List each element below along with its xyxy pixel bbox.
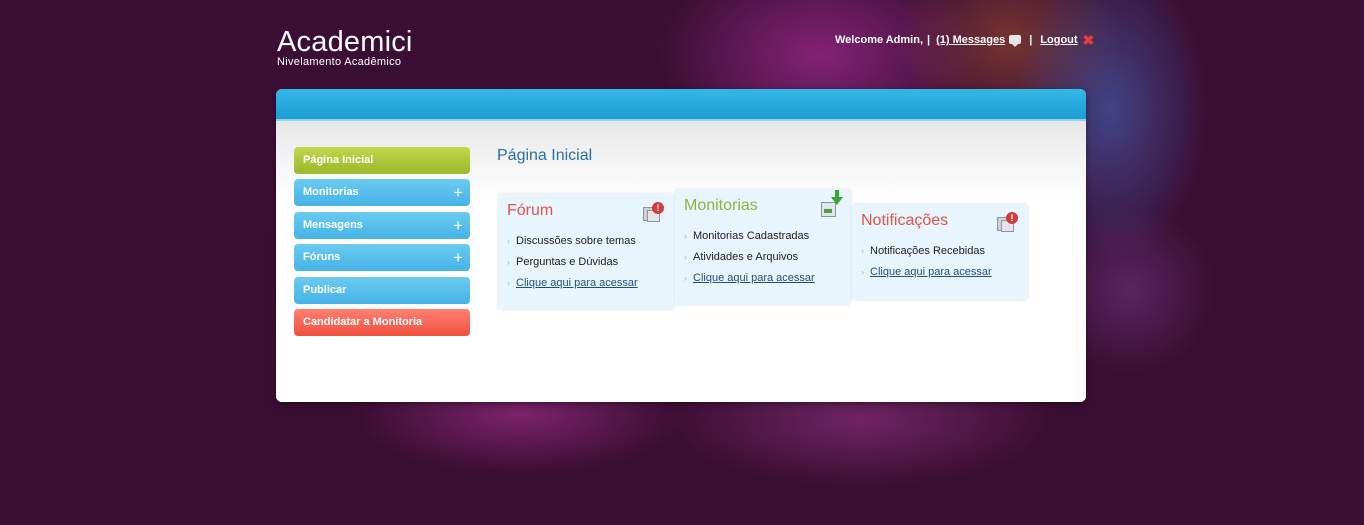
- close-icon[interactable]: ✖: [1083, 33, 1095, 47]
- list-item[interactable]: › Perguntas e Dúvidas: [507, 255, 638, 276]
- logo[interactable]: Academici Nivelamento Acadêmico: [277, 27, 413, 68]
- bullet-icon: ›: [684, 231, 687, 241]
- bullet-icon: ›: [507, 278, 510, 288]
- bullet-icon: ›: [507, 236, 510, 246]
- alert-icon: !: [1006, 212, 1018, 224]
- sidebar-item-monitorias[interactable]: Monitorias +: [294, 179, 470, 207]
- logo-title: Academici: [277, 26, 413, 58]
- list-item-label: Notificações Recebidas: [870, 245, 985, 257]
- access-link[interactable]: Clique aqui para acessar: [870, 266, 992, 278]
- sidebar-item-foruns[interactable]: Fóruns +: [294, 244, 470, 272]
- separator: |: [927, 34, 931, 46]
- card-title: Notificações: [861, 212, 949, 229]
- list-item-label: Atividades e Arquivos: [693, 251, 799, 263]
- plus-icon[interactable]: +: [453, 244, 463, 271]
- documents-alert-icon: !: [996, 212, 1018, 232]
- card-list: › Monitorias Cadastradas › Atividades e Ar…: [684, 229, 815, 292]
- sidebar-item-label: Monitorias: [303, 186, 359, 199]
- welcome-text: Welcome Admin,: [835, 34, 924, 46]
- sidebar-item-pagina-inicial[interactable]: Página Inicial: [294, 147, 470, 174]
- panel-body: Página Inicial Monitorias + Mensagens + …: [276, 121, 1086, 402]
- card-list: › Notificações Recebidas › Clique aqui par…: [861, 244, 992, 286]
- list-item-label: Discussões sobre temas: [516, 235, 636, 247]
- logo-subtitle: Nivelamento Acadêmico: [277, 56, 402, 68]
- main-panel: Página Inicial Monitorias + Mensagens + …: [276, 89, 1086, 402]
- sidebar-item-mensagens[interactable]: Mensagens +: [294, 211, 470, 239]
- user-bar: Welcome Admin, | (1) Messages | Logout ✖: [835, 33, 1095, 47]
- access-link[interactable]: Clique aqui para acessar: [516, 277, 638, 289]
- download-icon: [821, 190, 843, 217]
- bullet-icon: ›: [684, 273, 687, 283]
- alert-icon: !: [652, 202, 664, 214]
- sidebar-item-label: Candidatar a Monitoria: [303, 315, 423, 328]
- card-notificacoes: Notificações ! › Notificações Recebidas ›…: [852, 204, 1028, 300]
- documents-alert-icon: !: [642, 202, 664, 222]
- bullet-icon: ›: [861, 246, 864, 256]
- panel-header-bar: [276, 89, 1086, 121]
- plus-icon[interactable]: +: [453, 212, 463, 239]
- sidebar-item-label: Mensagens: [303, 218, 363, 231]
- card-monitorias: Monitorias › Monitorias Cadastradas › Ativ…: [675, 189, 851, 305]
- chat-bubble-icon: [1009, 34, 1022, 47]
- list-item[interactable]: › Monitorias Cadastradas: [684, 229, 815, 250]
- list-item-label: Monitorias Cadastradas: [693, 230, 810, 242]
- card-title: Fórum: [507, 202, 554, 219]
- sidebar-item-label: Fóruns: [303, 251, 341, 264]
- card-title: Monitorias: [684, 197, 758, 214]
- sidebar-item-publicar[interactable]: Publicar: [294, 276, 470, 304]
- sidebar-item-candidatar-monitoria[interactable]: Candidatar a Monitoria: [294, 308, 470, 336]
- card-list: › Discussões sobre temas › Perguntas e Dúv…: [507, 234, 638, 297]
- access-link[interactable]: Clique aqui para acessar: [693, 272, 815, 284]
- sidebar-item-label: Publicar: [303, 283, 347, 296]
- list-item: › Clique aqui para acessar: [684, 271, 815, 292]
- page-title: Página Inicial: [497, 147, 593, 164]
- list-item[interactable]: › Notificações Recebidas: [861, 244, 992, 265]
- bullet-icon: ›: [507, 257, 510, 267]
- messages-link[interactable]: (1) Messages: [936, 34, 1005, 46]
- list-item-label: Perguntas e Dúvidas: [516, 256, 619, 268]
- list-item[interactable]: › Discussões sobre temas: [507, 234, 638, 255]
- plus-icon[interactable]: +: [453, 179, 463, 206]
- sidebar-menu: Página Inicial Monitorias + Mensagens + …: [294, 147, 470, 341]
- list-item: › Clique aqui para acessar: [507, 276, 638, 297]
- bullet-icon: ›: [684, 252, 687, 262]
- separator: |: [1029, 34, 1033, 46]
- sidebar-item-label: Página Inicial: [303, 154, 374, 166]
- bullet-icon: ›: [861, 267, 864, 277]
- logout-link[interactable]: Logout: [1040, 34, 1077, 46]
- list-item[interactable]: › Atividades e Arquivos: [684, 250, 815, 271]
- list-item: › Clique aqui para acessar: [861, 265, 992, 286]
- card-forum: Fórum ! › Discussões sobre temas › Pergunt…: [498, 194, 674, 310]
